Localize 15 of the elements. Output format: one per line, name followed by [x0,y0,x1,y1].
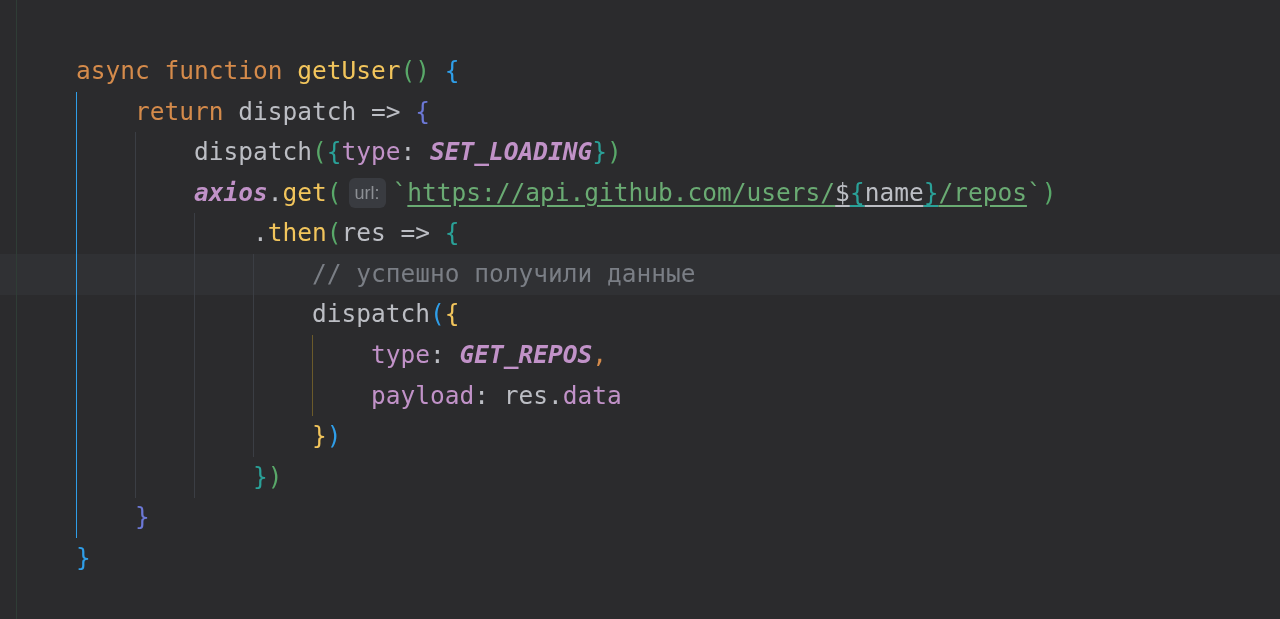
code-text: payload: res.data [371,379,622,412]
code-text: axios.get( [194,176,342,209]
code-text: type: GET_REPOS, [371,339,608,372]
inlay-hint: url: [348,178,386,209]
code-text: // успешно получили данные [312,257,696,290]
code-text: } [76,542,91,575]
code-text: dispatch({type: SET_LOADING}) [194,136,622,169]
code-text: }) [312,420,342,453]
code-text: async function getUser() { [76,54,460,87]
code-text: `https://api.github.com/users/${name}/repos`) [392,176,1057,209]
code-text: }) [253,460,283,493]
code-text: dispatch({ [312,298,460,331]
code-text: } [135,501,150,534]
code-text: .then(res => { [253,217,460,250]
code-text: return dispatch => { [135,95,431,128]
